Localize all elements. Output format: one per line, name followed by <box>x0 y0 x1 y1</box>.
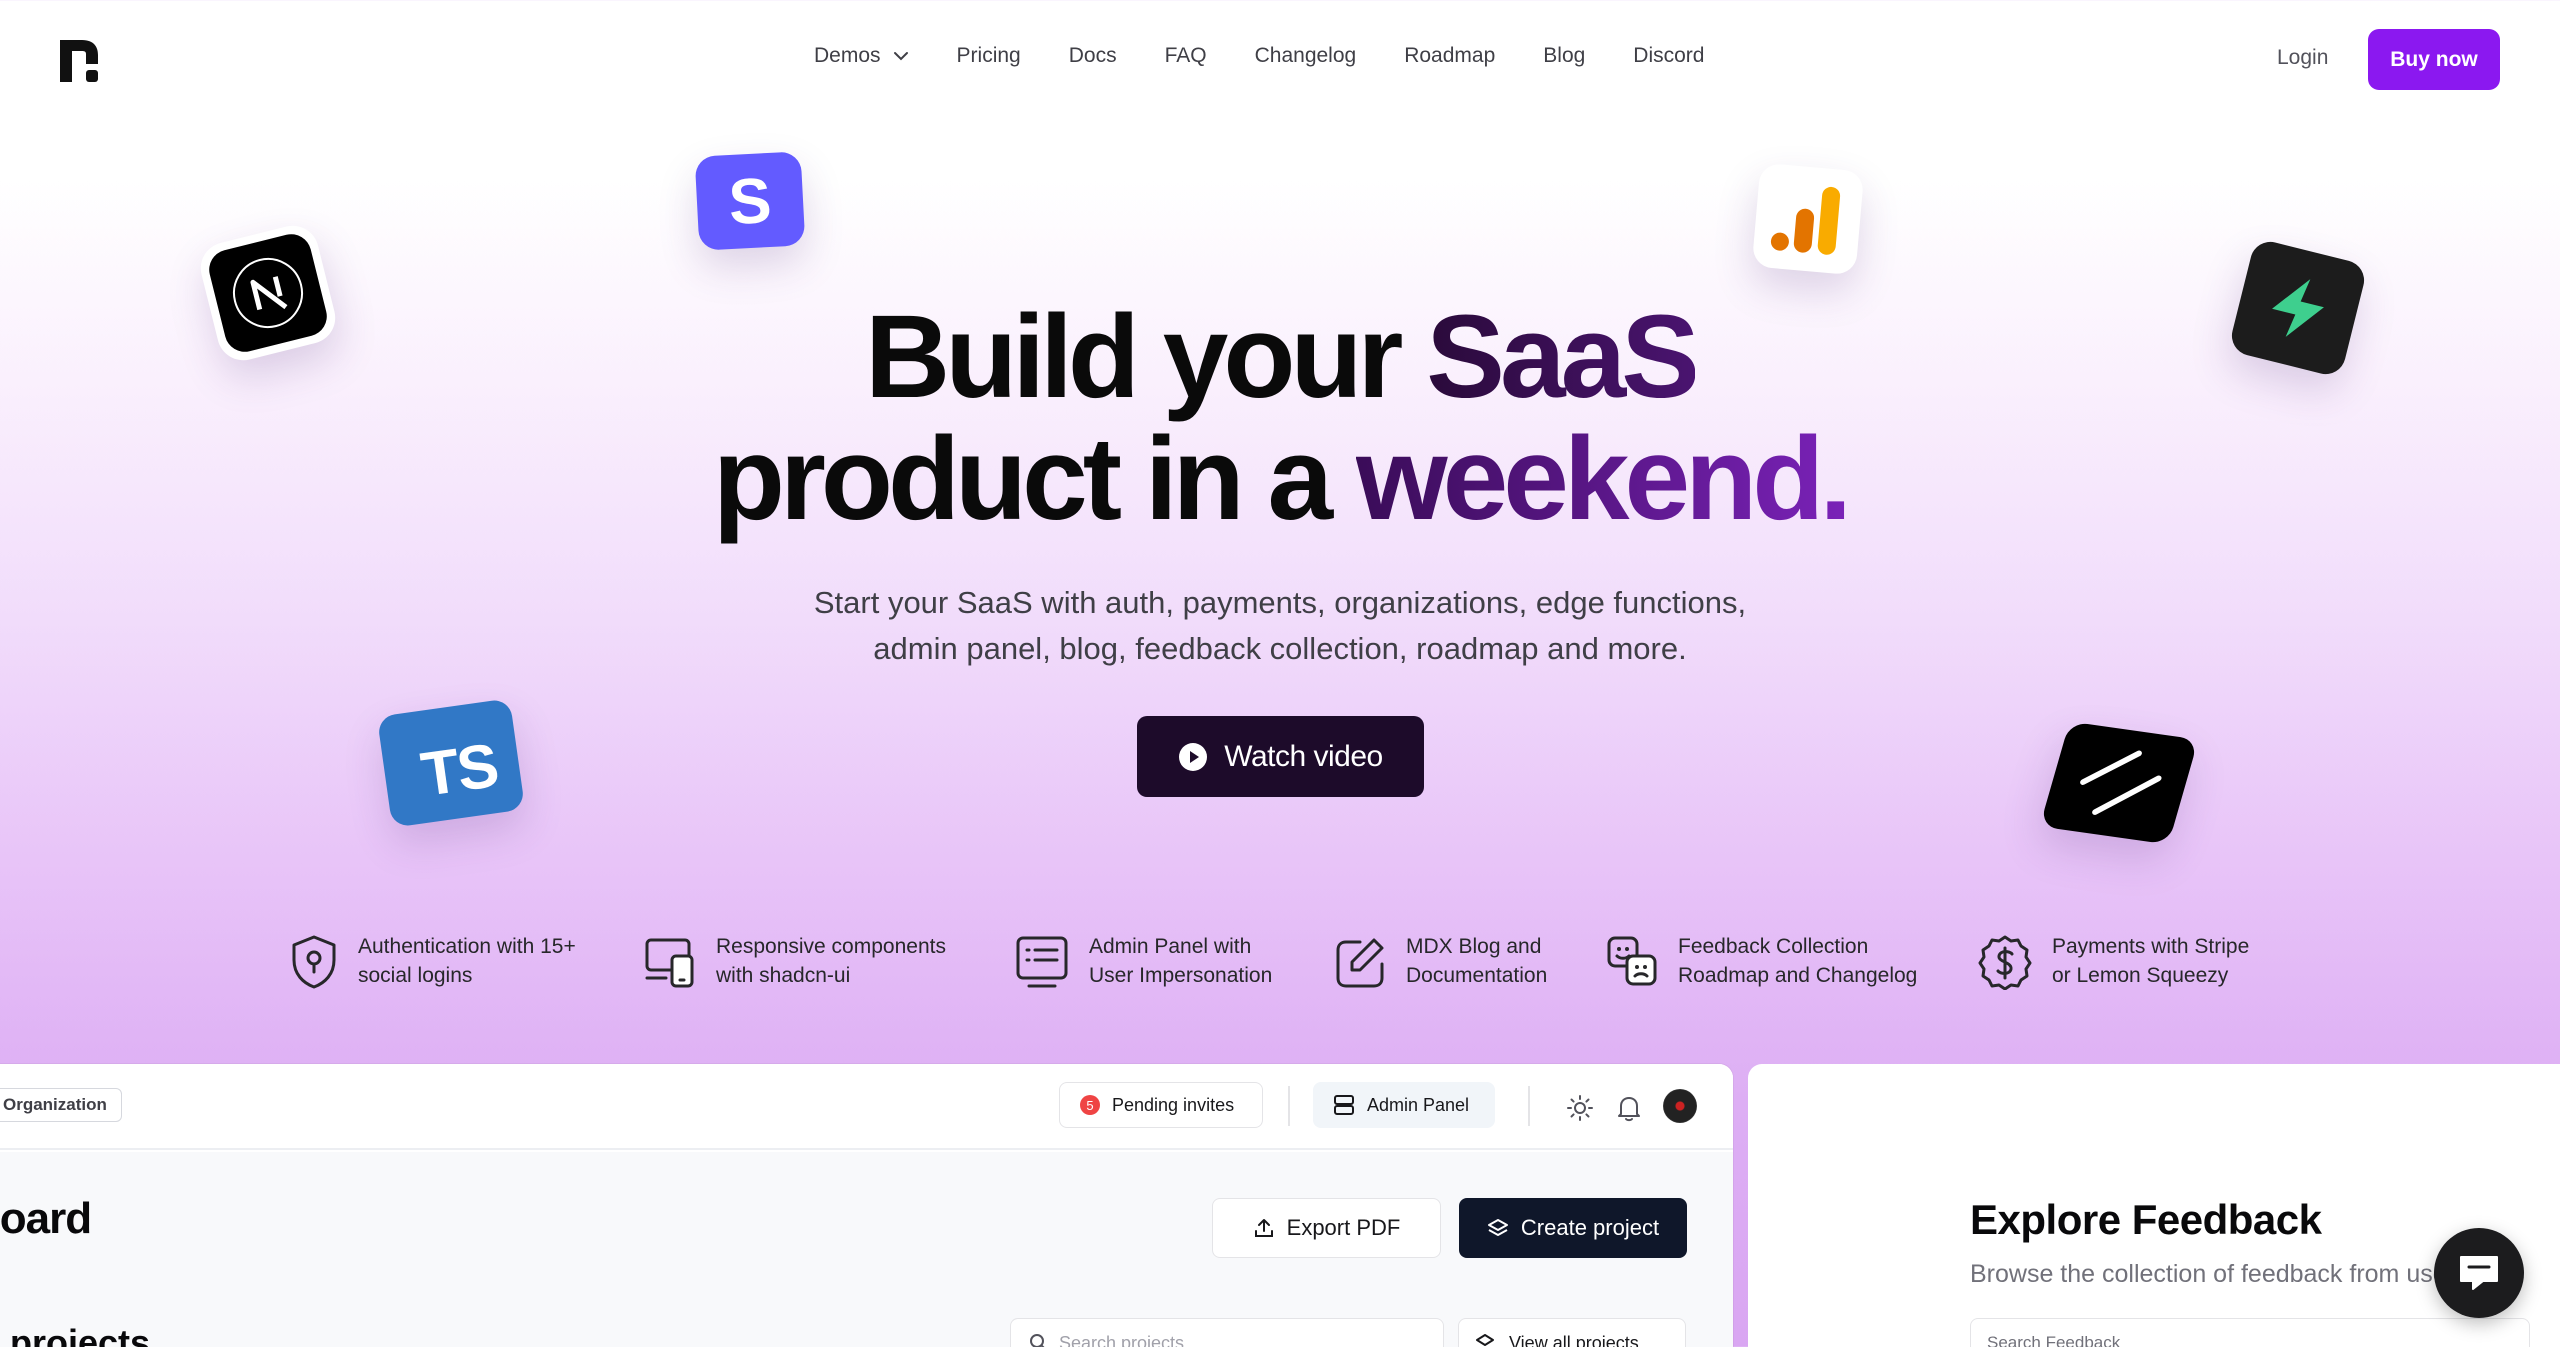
feature-item-responsive: Responsive components with shadcn-ui <box>644 932 946 990</box>
header-divider-2 <box>1528 1086 1530 1126</box>
search-projects-placeholder: Search projects <box>1059 1332 1185 1347</box>
hero-subtitle-line1: Start your SaaS with auth, payments, org… <box>813 585 1747 620</box>
search-icon <box>1030 1334 1045 1347</box>
view-all-projects-label: View all projects <box>1509 1332 1639 1347</box>
feature-item-feedback: Feedback Collection Roadmap and Changelo… <box>1606 932 1917 990</box>
top-navigation: Demos Pricing Docs FAQ Changelog Roadmap… <box>0 0 2560 120</box>
feature-item-payments: Payments with Stripe or Lemon Squeezy <box>1978 932 2249 990</box>
login-link[interactable]: Login <box>2277 46 2328 70</box>
hero-title-highlight2: weekend. <box>1355 413 1852 545</box>
nav-demos-label: Demos <box>814 44 881 67</box>
nav-pricing[interactable]: Pricing <box>957 44 1021 68</box>
typescript-icon: TS <box>416 730 502 810</box>
feedback-preview: Explore Feedback Browse the collection o… <box>1748 1064 2560 1347</box>
google-analytics-icon <box>1770 186 1841 255</box>
feature-admin-line2: User Impersonation <box>1089 964 1273 987</box>
server-icon <box>1334 1095 1354 1115</box>
nav-faq[interactable]: FAQ <box>1165 44 1207 68</box>
feature-blog-line2: Documentation <box>1406 964 1548 987</box>
search-feedback-input[interactable]: Search Feedback <box>1970 1318 2530 1347</box>
logo-icon[interactable] <box>58 38 104 84</box>
stripe-logo-tile: S <box>694 151 806 251</box>
search-projects-input[interactable]: Search projects <box>1010 1318 1444 1347</box>
admin-panel-icon <box>1016 936 1068 988</box>
nav-links: Demos Pricing Docs FAQ Changelog Roadmap… <box>814 44 1752 68</box>
pending-count-badge: 5 <box>1080 1095 1100 1115</box>
feedback-subtitle: Browse the collection of feedback from u… <box>1970 1260 2468 1288</box>
feature-item-blog: MDX Blog and Documentation <box>1334 932 1547 990</box>
watch-video-button[interactable]: Watch video <box>1137 716 1424 797</box>
hero-title-part2: product in a <box>712 413 1356 545</box>
analytics-logo-tile <box>1751 162 1865 276</box>
export-pdf-label: Export PDF <box>1286 1215 1401 1240</box>
dashboard-title: nboard <box>0 1194 92 1243</box>
watch-video-label: Watch video <box>1224 739 1383 773</box>
feature-blog-line1: MDX Blog and <box>1406 935 1542 958</box>
chevron-down-icon <box>893 52 908 61</box>
bell-icon[interactable] <box>1616 1094 1642 1122</box>
feedback-title: Explore Feedback <box>1970 1196 2322 1243</box>
feature-responsive-line2: with shadcn-ui <box>716 964 851 987</box>
feature-feedback-line1: Feedback Collection <box>1678 935 1869 958</box>
nav-discord[interactable]: Discord <box>1633 44 1704 68</box>
admin-panel-label: Admin Panel <box>1367 1094 1470 1115</box>
hero-title-highlight1: SaaS <box>1426 291 1700 423</box>
typescript-logo-tile: TS <box>376 698 526 828</box>
hero-subtitle-line2: admin panel, blog, feedback collection, … <box>873 631 1687 666</box>
dollar-icon <box>1978 935 2032 990</box>
admin-panel-button[interactable]: Admin Panel <box>1313 1082 1495 1128</box>
chat-widget-button[interactable] <box>2434 1228 2524 1318</box>
pending-invites-label: Pending invites <box>1112 1094 1235 1115</box>
view-all-projects-button[interactable]: View all projects <box>1458 1318 1686 1347</box>
nav-docs[interactable]: Docs <box>1069 44 1117 68</box>
organization-switcher[interactable]: Organization <box>0 1088 122 1122</box>
avatar[interactable] <box>1663 1089 1697 1123</box>
pending-invites-button[interactable]: 5 Pending invites <box>1059 1082 1263 1128</box>
export-pdf-button[interactable]: Export PDF <box>1212 1198 1441 1258</box>
feature-responsive-line1: Responsive components <box>716 935 946 958</box>
shadcn-icon <box>2080 750 2162 815</box>
shield-icon <box>292 935 336 989</box>
shadcn-logo-tile <box>2039 721 2199 845</box>
hero-title: Build your SaaS product in a weekend. <box>0 296 2560 540</box>
feature-feedback-line2: Roadmap and Changelog <box>1678 964 1918 987</box>
nav-blog[interactable]: Blog <box>1543 44 1585 68</box>
header-divider <box>1288 1086 1290 1126</box>
dashboard-header: Organization 5 Pending invites Admin Pan… <box>0 1064 1733 1150</box>
upload-icon <box>1254 1219 1273 1237</box>
create-project-label: Create project <box>1520 1215 1660 1240</box>
feature-item-admin: Admin Panel with User Impersonation <box>1015 932 1272 990</box>
hero-title-part1: Build your <box>865 291 1427 423</box>
feature-payments-line1: Payments with Stripe <box>2052 935 2250 958</box>
layers-small-icon <box>1476 1334 1494 1346</box>
feature-admin-line1: Admin Panel with <box>1089 935 1252 958</box>
buy-now-button[interactable]: Buy now <box>2368 29 2500 90</box>
create-project-button[interactable]: Create project <box>1459 1198 1687 1258</box>
edit-icon <box>1336 938 1384 988</box>
devices-icon <box>645 938 694 988</box>
feature-auth-line2: social logins <box>358 964 473 987</box>
feature-payments-line2: or Lemon Squeezy <box>2052 964 2229 987</box>
hero-subtitle: Start your SaaS with auth, payments, org… <box>0 580 2560 672</box>
feature-auth-line1: Authentication with 15+ <box>358 935 576 958</box>
chat-icon <box>2460 1256 2498 1290</box>
feedback-icon <box>1607 936 1657 986</box>
stripe-icon: S <box>726 163 774 239</box>
sun-icon[interactable] <box>1566 1094 1594 1122</box>
nav-demos[interactable]: Demos <box>814 44 909 68</box>
nav-roadmap[interactable]: Roadmap <box>1404 44 1495 68</box>
nav-changelog[interactable]: Changelog <box>1255 44 1357 68</box>
layers-icon <box>1487 1219 1508 1236</box>
recent-projects-heading: nt projects <box>0 1322 151 1347</box>
feature-item-auth: Authentication with 15+ social logins <box>290 932 576 990</box>
play-icon <box>1179 742 1208 771</box>
